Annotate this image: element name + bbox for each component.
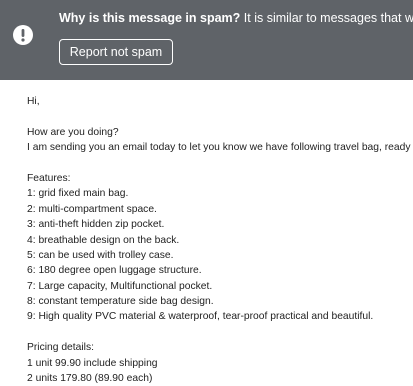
- spam-explanation: Why is this message in spam? It is simil…: [59, 11, 413, 26]
- spam-explanation-title: Why is this message in spam?: [59, 11, 241, 25]
- features-heading: Features:: [27, 172, 71, 184]
- pricing-item: 1 unit 99.90 include shipping: [27, 357, 158, 369]
- email-intro-line: How are you doing?: [27, 126, 119, 138]
- pricing-heading: Pricing details:: [27, 342, 94, 354]
- feature-item: 4: breathable design on the back.: [27, 234, 180, 246]
- feature-item: 5: can be used with trolley case.: [27, 249, 174, 261]
- feature-item: 2: multi-compartment space.: [27, 203, 157, 215]
- feature-item: 1: grid fixed main bag.: [27, 188, 129, 200]
- email-intro-line: I am sending you an email today to let y…: [27, 142, 411, 154]
- feature-item: 6: 180 degree open luggage structure.: [27, 265, 202, 277]
- feature-item: 3: anti-theft hidden zip pocket.: [27, 219, 165, 231]
- feature-item: 9: High quality PVC material & waterproo…: [27, 311, 374, 323]
- report-not-spam-button[interactable]: Report not spam: [59, 39, 173, 65]
- email-body: Hi, How are you doing? I am sending you …: [27, 94, 413, 386]
- spam-warning-banner: Why is this message in spam? It is simil…: [0, 0, 413, 80]
- spam-explanation-reason: It is similar to messages that were ide: [243, 11, 413, 25]
- exclamation-circle-icon: [13, 25, 33, 45]
- email-greeting: Hi,: [27, 96, 40, 107]
- feature-item: 8: constant temperature side bag design.: [27, 296, 214, 308]
- feature-item: 7: Large capacity, Multifunctional pocke…: [27, 280, 213, 292]
